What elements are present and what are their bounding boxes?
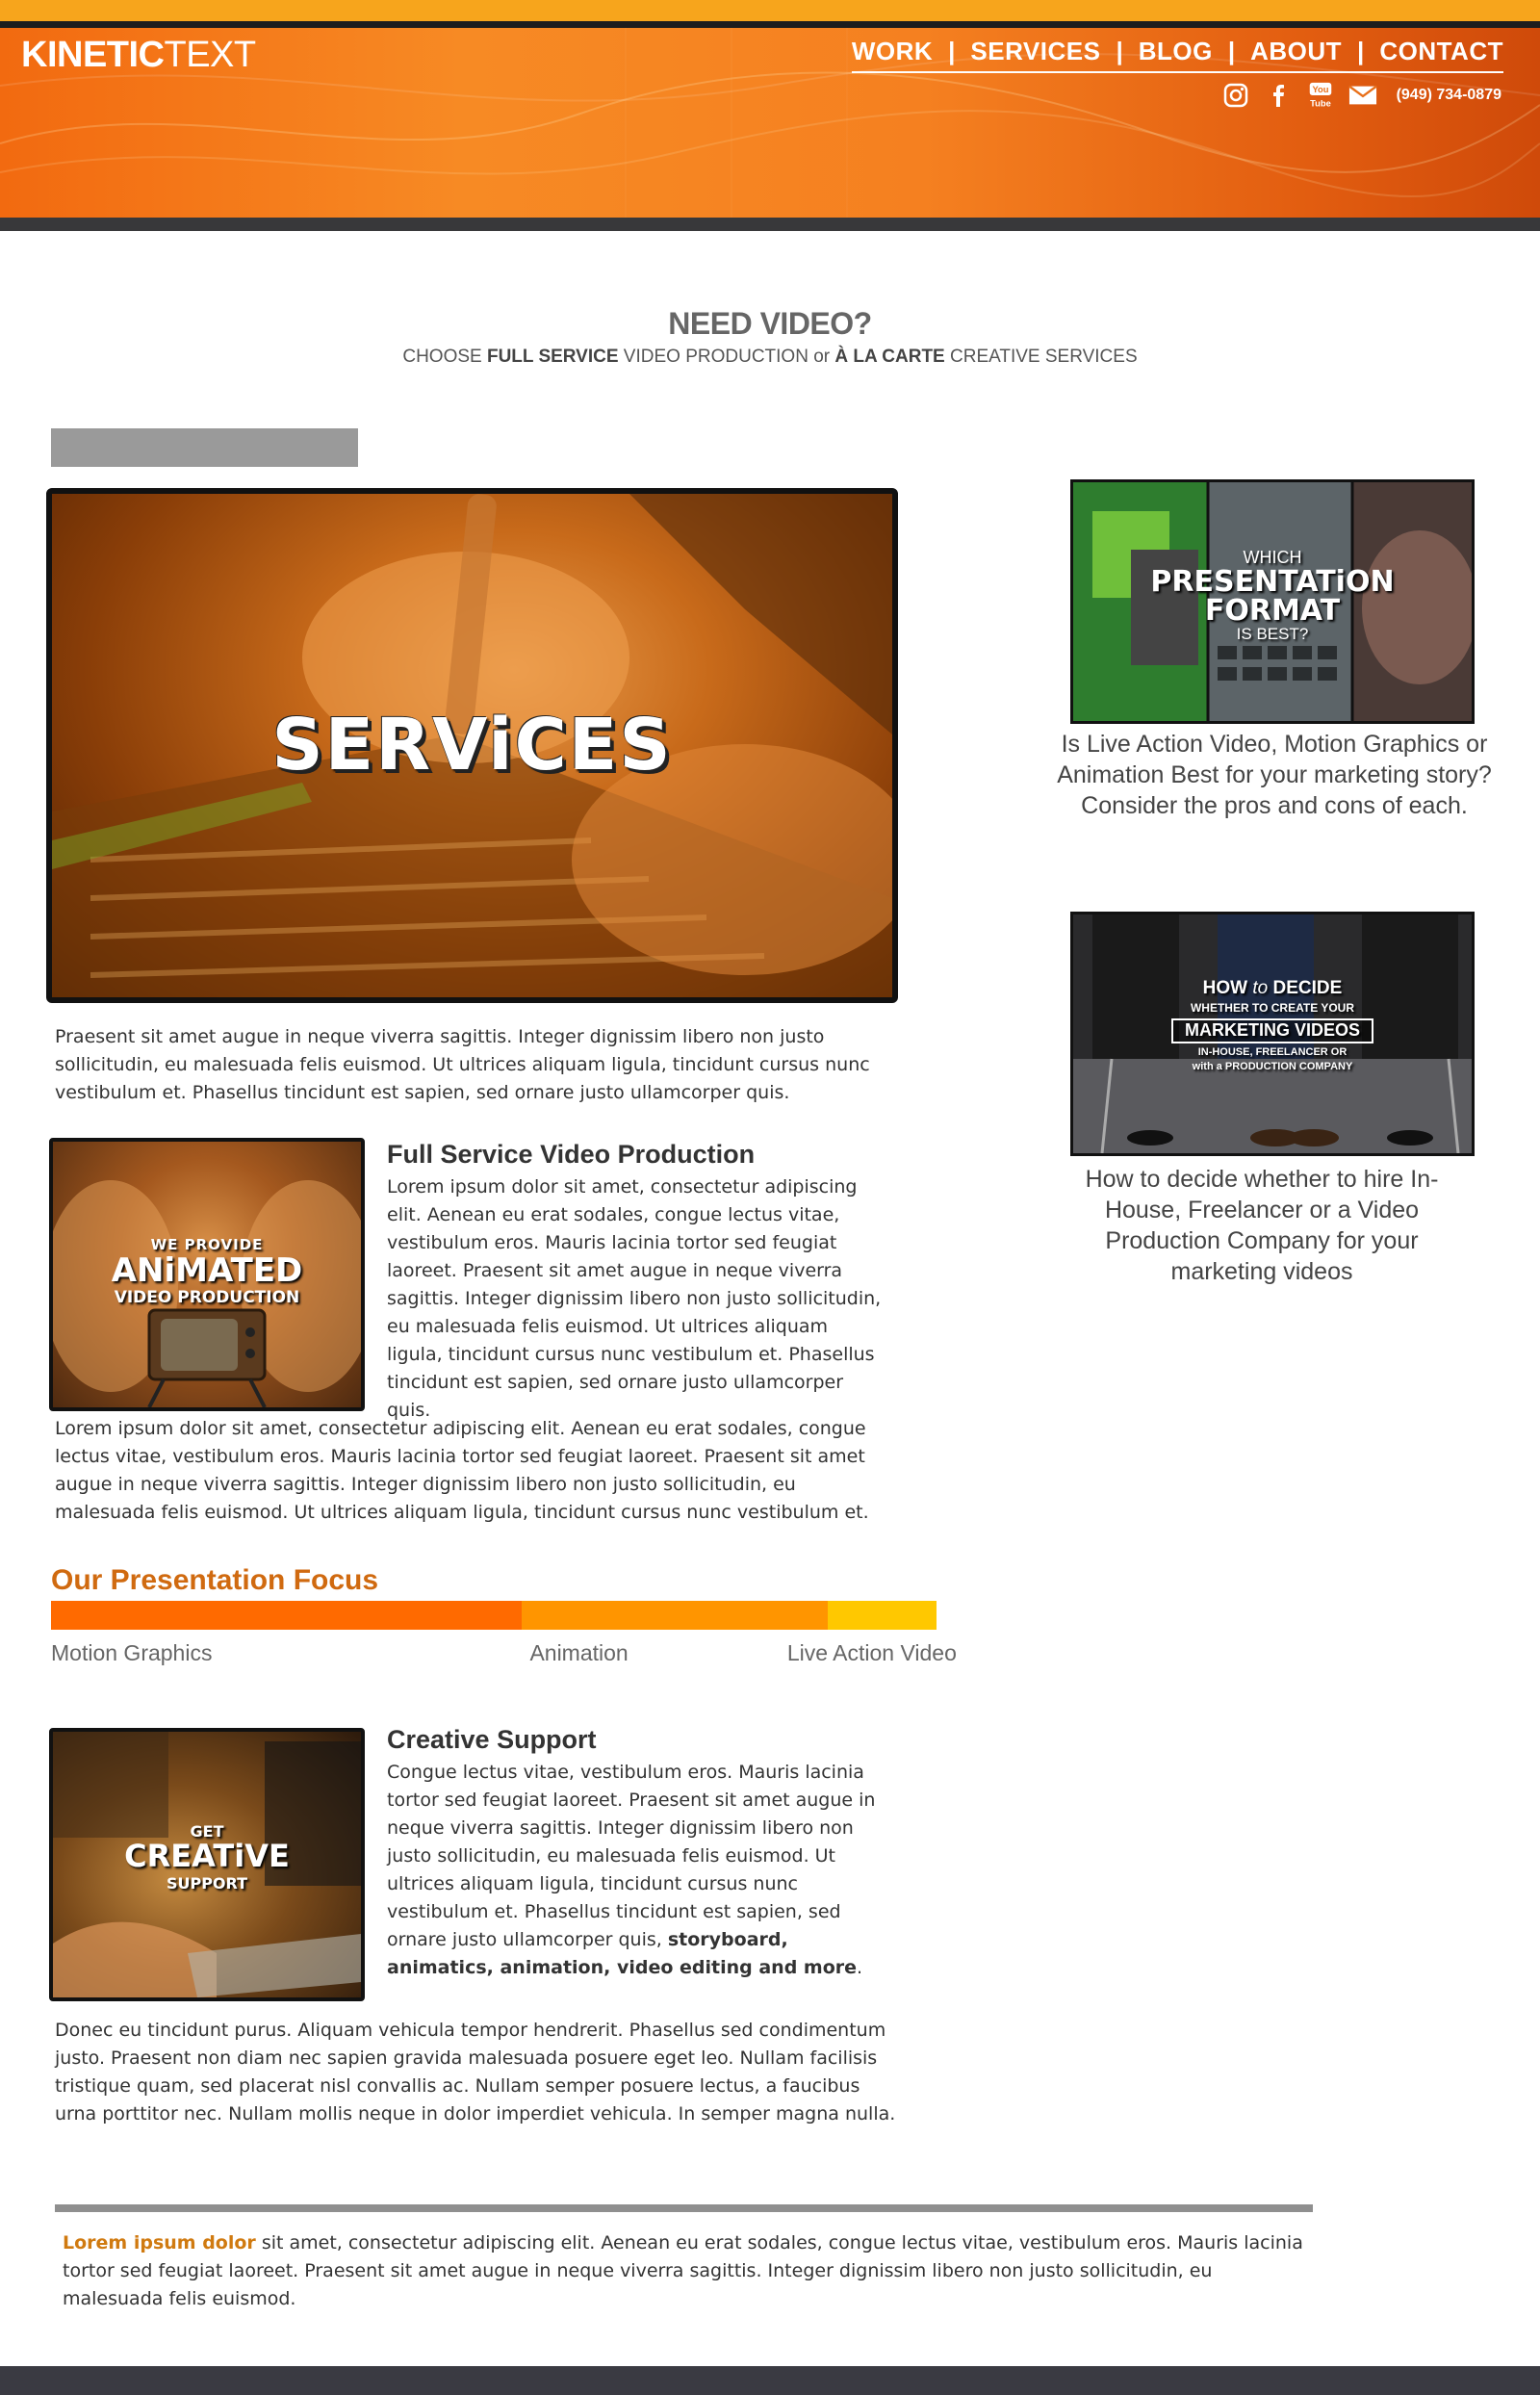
phone-number[interactable]: (949) 734-0879 — [1397, 87, 1502, 104]
thumb-creative: CREATiVE — [124, 1838, 290, 1874]
focus-segment-motion-graphics — [51, 1601, 523, 1630]
footer-accent-text: Lorem ipsum dolor — [63, 2232, 256, 2253]
nav-separator: | — [948, 37, 956, 65]
email-icon[interactable] — [1348, 81, 1377, 110]
header-bottom-bar — [0, 218, 1540, 231]
nav-work[interactable]: WORK — [852, 37, 933, 66]
top-dark-line — [0, 21, 1540, 28]
card2-to: to — [1252, 978, 1269, 998]
card2-how: HOW — [1202, 978, 1253, 998]
nav-separator: | — [1357, 37, 1365, 65]
youtube-icon[interactable]: You Tube — [1306, 81, 1335, 110]
subtitle-bold-full-service: FULL SERVICE — [486, 347, 619, 367]
presentation-focus-bar — [51, 1601, 937, 1630]
nav-contact[interactable]: CONTACT — [1379, 37, 1503, 66]
creative-text-end: . — [857, 1957, 863, 1978]
services-hero-image: SERViCES — [46, 488, 898, 1003]
facebook-icon[interactable] — [1264, 81, 1293, 110]
card2-production-company: with a PRODUCTION COMPANY — [1192, 1061, 1353, 1072]
how-to-decide-caption[interactable]: How to decide whether to hire In-House, … — [1057, 1164, 1467, 1287]
footer-divider — [55, 2204, 1313, 2212]
subtitle-bold-a-la-carte: À LA CARTE — [834, 347, 945, 367]
youtube-icon-text-bottom: Tube — [1310, 98, 1331, 108]
nav-blog[interactable]: BLOG — [1139, 37, 1213, 66]
focus-segment-live-action-video — [827, 1601, 937, 1630]
how-to-decide-thumbnail[interactable]: HOW to DECIDE WHETHER TO CREATE YOUR MAR… — [1070, 912, 1475, 1156]
creative-support-thumbnail[interactable]: GET CREATiVE SUPPORT — [49, 1728, 365, 2001]
focus-label-motion-graphics: Motion Graphics — [51, 1640, 213, 1665]
full-service-paragraph: Lorem ipsum dolor sit amet, consectetur … — [387, 1176, 882, 1421]
top-accent-strip — [0, 0, 1540, 21]
subtitle-part: CREATIVE SERVICES — [944, 347, 1138, 367]
gray-placeholder-bar — [51, 428, 358, 467]
card2-how-to-decide: HOW to DECIDE — [1073, 978, 1472, 999]
focus-label-animation: Animation — [529, 1640, 629, 1665]
logo-light-text: TEXT — [164, 35, 257, 75]
full-service-paragraph-2: Lorem ipsum dolor sit amet, consectetur … — [55, 1418, 869, 1523]
card2-whether: WHETHER TO CREATE YOUR — [1190, 1001, 1354, 1015]
nav-services[interactable]: SERVICES — [970, 37, 1100, 66]
need-video-title: NEED VIDEO? — [668, 306, 872, 341]
site-logo[interactable]: KINETICTEXT — [21, 35, 256, 76]
presentation-format-thumbnail[interactable]: WHICH PRESENTATiON FORMAT IS BEST? — [1070, 479, 1475, 724]
card2-decide: DECIDE — [1268, 978, 1343, 998]
services-intro-paragraph: Praesent sit amet augue in neque viverra… — [55, 1026, 870, 1103]
creative-text: Congue lectus vitae, vestibulum eros. Ma… — [387, 1762, 876, 1950]
footer-bar — [0, 2366, 1540, 2395]
subtitle-part: CHOOSE — [402, 347, 487, 367]
thumb-animated: ANiMATED — [111, 1251, 303, 1290]
full-service-heading: Full Service Video Production — [387, 1140, 756, 1169]
nav-about[interactable]: ABOUT — [1250, 37, 1342, 66]
nav-separator: | — [1116, 37, 1123, 65]
main-nav: WORK | SERVICES | BLOG | ABOUT | CONTACT — [851, 37, 1503, 73]
thumb-support: SUPPORT — [166, 1874, 248, 1893]
focus-segment-animation — [522, 1601, 828, 1630]
footer-paragraph: Lorem ipsum dolor sit amet, consectetur … — [63, 2229, 1314, 2313]
card2-inhouse: IN-HOUSE, FREELANCER OR — [1197, 1046, 1348, 1058]
creative-support-paragraph: Congue lectus vitae, vestibulum eros. Ma… — [387, 1759, 887, 1982]
nav-separator: | — [1227, 37, 1236, 65]
hero-services-title: SERViCES — [271, 704, 673, 786]
creative-support-paragraph-2: Donec eu tincidunt purus. Aliquam vehicu… — [55, 2020, 896, 2125]
youtube-icon-text-top: You — [1312, 85, 1328, 94]
card1-is-best: IS BEST? — [1236, 625, 1309, 643]
contact-row: You Tube (949) 734-0879 — [1221, 81, 1502, 110]
presentation-focus-title: Our Presentation Focus — [51, 1564, 379, 1596]
logo-bold-text: KINETIC — [21, 35, 165, 75]
card2-marketing-videos: MARKETING VIDEOS — [1184, 1020, 1360, 1040]
need-video-subtitle: CHOOSE FULL SERVICE VIDEO PRODUCTION or … — [0, 347, 1540, 368]
thumb-video-production: VIDEO PRODUCTION — [114, 1288, 300, 1307]
focus-label-live-action-video: Live Action Video — [786, 1640, 957, 1665]
presentation-format-caption[interactable]: Is Live Action Video, Motion Graphics or… — [1057, 729, 1492, 821]
animated-video-thumbnail[interactable]: WE PROVIDE ANiMATED VIDEO PRODUCTION — [49, 1138, 365, 1411]
subtitle-part: VIDEO PRODUCTION or — [618, 347, 835, 367]
card1-format: FORMAT — [1204, 594, 1341, 628]
instagram-icon[interactable] — [1221, 81, 1250, 110]
creative-support-heading: Creative Support — [387, 1725, 597, 1754]
